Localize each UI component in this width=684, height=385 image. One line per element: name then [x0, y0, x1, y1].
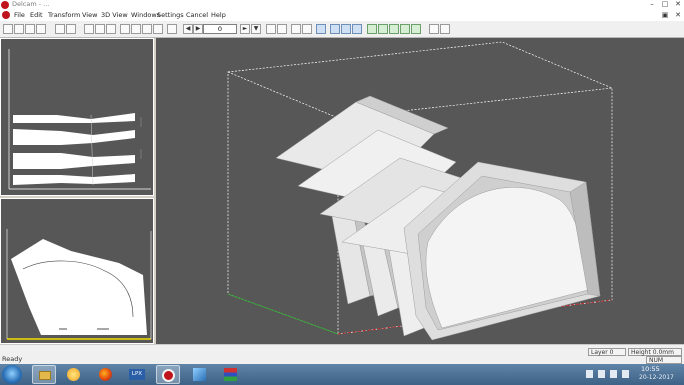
view-front-icon[interactable]: [330, 24, 340, 34]
firefox-icon: [99, 368, 112, 381]
frame-input[interactable]: 0: [203, 24, 237, 34]
menu-windows[interactable]: Windows: [131, 11, 160, 19]
undo-icon[interactable]: [106, 24, 116, 34]
side-view-canvas: [6, 229, 152, 340]
menu-help[interactable]: Help: [211, 11, 226, 19]
winrar-icon: [224, 368, 237, 381]
delcam-icon: [162, 369, 175, 382]
document-icon[interactable]: [2, 11, 10, 19]
perspective-view-panel[interactable]: [156, 38, 684, 344]
grid-icon[interactable]: [378, 24, 388, 34]
orbit-icon[interactable]: [316, 24, 326, 34]
app-icon[interactable]: [1, 1, 9, 9]
print-icon[interactable]: [36, 24, 46, 34]
next-frame-icon[interactable]: ▶: [193, 24, 203, 34]
mdi-restore-button[interactable]: ▣: [659, 11, 671, 20]
top-view-panel[interactable]: [0, 38, 154, 196]
menu-edit[interactable]: Edit: [30, 11, 43, 19]
folder-icon: [39, 371, 51, 380]
perspective-view-canvas: [227, 41, 613, 341]
status-bar: Ready Layer 0 Height 0.0mm NUM: [0, 344, 684, 365]
tray-network-icon[interactable]: [598, 370, 605, 378]
status-mode: NUM: [646, 356, 682, 364]
menu-3d-view[interactable]: 3D View: [101, 11, 128, 19]
start-button[interactable]: [2, 365, 22, 384]
maximize-button[interactable]: □: [659, 0, 671, 9]
title-bar: Delcam - ... – □ ✕: [0, 0, 684, 10]
tray-volume-icon[interactable]: [622, 370, 629, 378]
window-title: Delcam - ...: [12, 0, 50, 8]
taskbar-winrar[interactable]: [219, 365, 243, 384]
help-icon[interactable]: [440, 24, 450, 34]
axis-green: [227, 293, 339, 335]
toolbar: ◀ ▶ 0 ► ▼: [0, 21, 684, 38]
redo-icon[interactable]: [120, 24, 130, 34]
status-text: Ready: [2, 355, 23, 363]
clock-time[interactable]: 10:55: [641, 365, 660, 373]
menu-file[interactable]: File: [14, 11, 25, 19]
status-layer: Layer 0: [588, 348, 626, 356]
stop-icon[interactable]: ▼: [251, 24, 261, 34]
3d-app-icon: [193, 368, 206, 381]
render-icon[interactable]: [389, 24, 399, 34]
prev-frame-icon[interactable]: ◀: [183, 24, 193, 34]
menu-cancel[interactable]: Cancel: [186, 11, 208, 19]
taskbar-3d-app[interactable]: [188, 365, 212, 384]
print-preview-icon[interactable]: [55, 24, 65, 34]
top-view-canvas: [8, 49, 151, 190]
close-button[interactable]: ✕: [672, 0, 684, 9]
wireframe-icon[interactable]: [411, 24, 421, 34]
top-view-profiles: [13, 113, 135, 185]
3d-model: [275, 95, 601, 341]
move-icon[interactable]: [142, 24, 152, 34]
zoom-fit-icon[interactable]: [291, 24, 301, 34]
taskbar-delcam[interactable]: [156, 365, 180, 384]
open-icon[interactable]: [14, 24, 24, 34]
mdi-close-button[interactable]: ✕: [672, 11, 684, 20]
tray-battery-icon[interactable]: [610, 370, 617, 378]
taskbar-firefox[interactable]: [94, 365, 118, 384]
zoom-out-icon[interactable]: [277, 24, 287, 34]
select-icon[interactable]: [131, 24, 141, 34]
taskbar-browser[interactable]: [62, 365, 86, 384]
taskbar-explorer[interactable]: [32, 365, 56, 384]
save-icon[interactable]: [25, 24, 35, 34]
cut-icon[interactable]: [66, 24, 76, 34]
pan-icon[interactable]: [302, 24, 312, 34]
side-view-shape: [11, 239, 147, 335]
taskbar-lpx[interactable]: LPX: [125, 365, 149, 384]
scale-icon[interactable]: [167, 24, 177, 34]
paste-icon[interactable]: [95, 24, 105, 34]
menu-view[interactable]: View: [82, 11, 97, 19]
browser-icon: [67, 368, 80, 381]
copy-icon[interactable]: [84, 24, 94, 34]
menu-bar: File Edit Transform View 3D View Windows…: [0, 10, 684, 21]
view-side-icon[interactable]: [352, 24, 362, 34]
new-icon[interactable]: [3, 24, 13, 34]
menu-settings[interactable]: Settings: [157, 11, 184, 19]
side-view-panel[interactable]: [0, 198, 154, 344]
minimize-button[interactable]: –: [646, 0, 658, 9]
zoom-in-icon[interactable]: [266, 24, 276, 34]
view-iso-icon[interactable]: [367, 24, 377, 34]
play-icon[interactable]: ►: [240, 24, 250, 34]
taskbar: LPX: [0, 364, 684, 385]
status-height: Height 0.0mm: [628, 348, 682, 356]
rotate-icon[interactable]: [153, 24, 163, 34]
lpx-icon: LPX: [129, 369, 145, 380]
shade-icon[interactable]: [400, 24, 410, 34]
clock-date[interactable]: 20-12-2017: [639, 374, 674, 381]
tray-flag-icon[interactable]: [586, 370, 593, 378]
menu-transform[interactable]: Transform: [48, 11, 80, 19]
view-top-icon[interactable]: [341, 24, 351, 34]
settings-icon[interactable]: [429, 24, 439, 34]
